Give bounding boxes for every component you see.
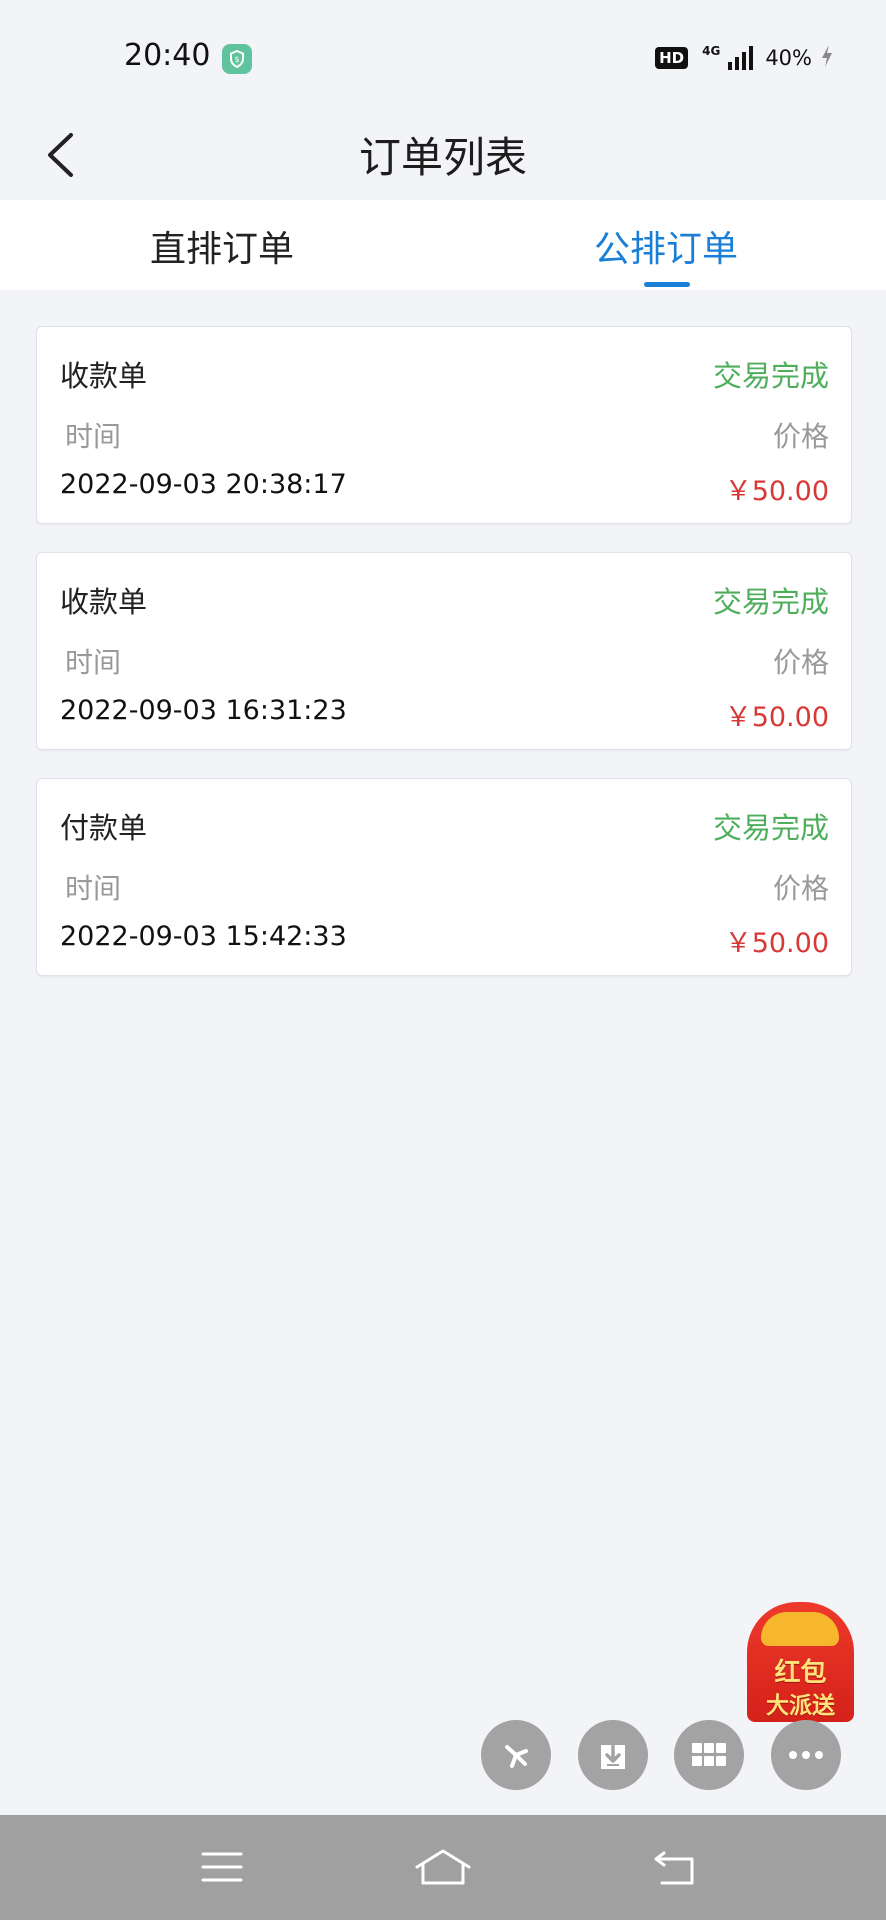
order-type: 付款单 (60, 811, 148, 845)
tab-public-orders[interactable]: 公排订单 (516, 220, 816, 272)
app-header: 订单列表 (0, 110, 886, 198)
price-label: 价格 (772, 872, 829, 905)
back-nav-button[interactable] (636, 1837, 716, 1897)
shield-icon: $ (222, 44, 252, 74)
order-card[interactable]: 收款单 交易完成 时间 价格 2022-09-03 16:31:23 ￥50.0… (36, 552, 852, 750)
pinwheel-icon (505, 1745, 528, 1768)
page-title: 订单列表 (358, 133, 527, 182)
more-button[interactable] (771, 1720, 841, 1790)
order-type: 收款单 (60, 585, 148, 619)
menu-button[interactable] (182, 1837, 262, 1897)
back-icon (654, 1851, 694, 1885)
price-label: 价格 (772, 646, 829, 679)
tab-direct-orders[interactable]: 直排订单 (72, 220, 372, 272)
grid-button[interactable] (674, 1720, 744, 1790)
signal-icon (728, 46, 754, 70)
order-card[interactable]: 付款单 交易完成 时间 价格 2022-09-03 15:42:33 ￥50.0… (36, 778, 852, 976)
download-button[interactable] (578, 1720, 648, 1790)
order-card[interactable]: 收款单 交易完成 时间 价格 2022-09-03 20:38:17 ￥50.0… (36, 326, 852, 524)
promo-line-1: 红包 (774, 1658, 827, 1688)
status-time: 20:40 (124, 38, 211, 73)
status-bar: 20:40 $ HD 4G 40% (0, 0, 886, 110)
promo-line-2: 大派送 (766, 1693, 835, 1719)
order-time: 2022-09-03 16:31:23 (60, 695, 347, 726)
pinwheel-button[interactable] (481, 1720, 551, 1790)
home-button[interactable] (403, 1837, 483, 1897)
order-price: ￥50.00 (724, 476, 829, 507)
system-nav-bar (0, 1815, 886, 1920)
time-label: 时间 (65, 420, 122, 453)
network-type: 4G (702, 44, 721, 58)
battery-level: 40% (765, 46, 812, 70)
grid-icon (692, 1743, 726, 1766)
order-list: 收款单 交易完成 时间 价格 2022-09-03 20:38:17 ￥50.0… (36, 326, 852, 1004)
order-status: 交易完成 (712, 811, 829, 845)
home-icon (415, 1849, 471, 1885)
status-indicators: HD 4G 40% (655, 44, 834, 72)
order-status: 交易完成 (712, 585, 829, 619)
hd-badge: HD (655, 47, 689, 69)
order-type: 收款单 (60, 359, 148, 393)
order-time: 2022-09-03 15:42:33 (60, 921, 347, 952)
price-label: 价格 (772, 420, 829, 453)
svg-text:$: $ (234, 55, 239, 64)
order-tabs: 直排订单 公排订单 (0, 200, 886, 290)
active-tab-indicator (644, 282, 690, 287)
menu-icon (201, 1852, 243, 1882)
order-status: 交易完成 (712, 359, 829, 393)
order-price: ￥50.00 (724, 702, 829, 733)
red-envelope-promo[interactable]: 红包 大派送 (747, 1602, 854, 1722)
time-label: 时间 (65, 646, 122, 679)
order-price: ￥50.00 (724, 928, 829, 959)
more-icon (789, 1751, 823, 1759)
charging-icon (820, 44, 834, 72)
order-time: 2022-09-03 20:38:17 (60, 469, 347, 500)
gold-coins-icon (761, 1612, 839, 1646)
time-label: 时间 (65, 872, 122, 905)
download-icon (601, 1744, 625, 1769)
